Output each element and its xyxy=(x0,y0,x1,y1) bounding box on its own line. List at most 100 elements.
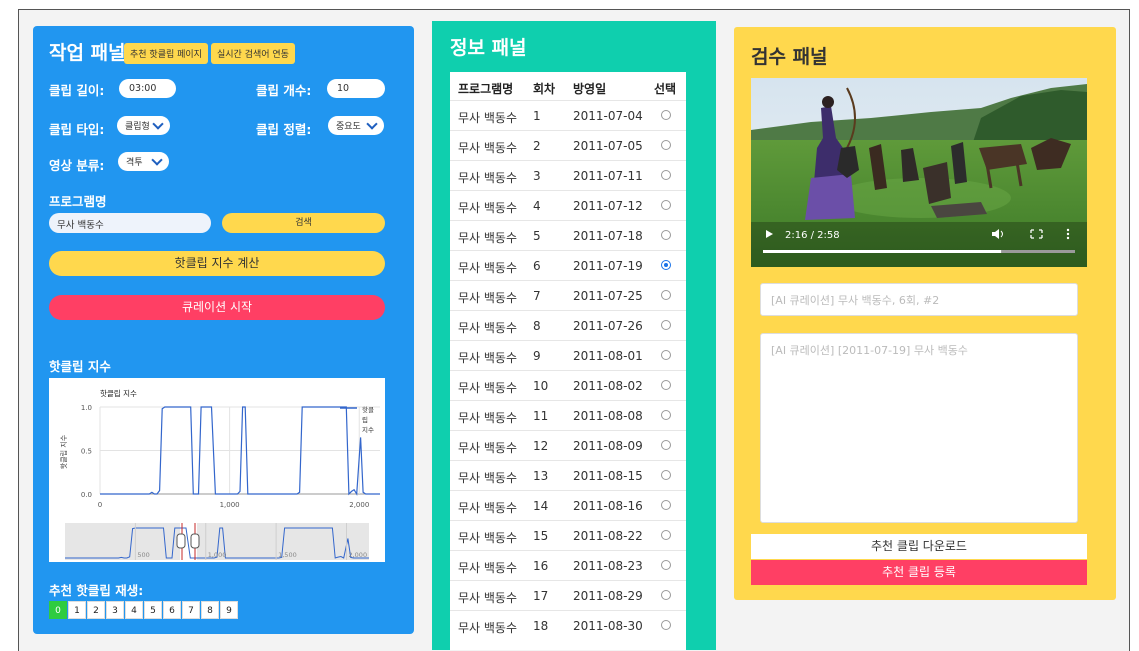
hotclip-calc-button[interactable]: 핫클립 지수 계산 xyxy=(49,251,385,276)
table-row[interactable]: 무사 백동수 9 2011-08-01 xyxy=(450,340,686,371)
program-input[interactable]: 무사 백동수 xyxy=(49,213,211,233)
table-row[interactable]: 무사 백동수 15 2011-08-22 xyxy=(450,520,686,551)
row-airdate: 2011-07-26 xyxy=(573,319,643,333)
clip-description-textarea[interactable]: [AI 큐레이션] [2011-07-19] 무사 백동수 xyxy=(760,333,1078,523)
row-episode: 1 xyxy=(533,109,541,123)
row-select-radio[interactable] xyxy=(661,230,671,240)
row-select-radio[interactable] xyxy=(661,260,671,270)
row-select-radio[interactable] xyxy=(661,440,671,450)
pager-item[interactable]: 0 xyxy=(49,601,67,619)
table-row[interactable]: 무사 백동수 4 2011-07-12 xyxy=(450,190,686,221)
video-player[interactable]: 2:16 / 2:58 xyxy=(751,78,1087,267)
table-row[interactable]: 무사 백동수 2 2011-07-05 xyxy=(450,130,686,161)
chart-y-tick-label: 1.0 xyxy=(81,404,92,412)
register-clip-button[interactable]: 추천 클립 등록 xyxy=(751,560,1087,585)
row-program: 무사 백동수 xyxy=(458,321,518,335)
clip-type-value: 클립형 xyxy=(125,122,150,132)
table-row[interactable]: 무사 백동수 17 2011-08-29 xyxy=(450,580,686,611)
row-select-radio[interactable] xyxy=(661,320,671,330)
table-row[interactable]: 무사 백동수 16 2011-08-23 xyxy=(450,550,686,581)
row-select-radio[interactable] xyxy=(661,290,671,300)
row-select-radio[interactable] xyxy=(661,410,671,420)
row-airdate: 2011-07-11 xyxy=(573,169,643,183)
row-program: 무사 백동수 xyxy=(458,111,518,125)
pager-item[interactable]: 9 xyxy=(220,601,238,619)
col-select: 선택 xyxy=(654,82,677,96)
row-select-radio[interactable] xyxy=(661,380,671,390)
download-clip-button[interactable]: 추천 클립 다운로드 xyxy=(751,534,1087,559)
table-row[interactable]: 무사 백동수 1 2011-07-04 xyxy=(450,100,686,131)
clip-title-input[interactable]: [AI 큐레이션] 무사 백동수, 6회, #2 xyxy=(760,283,1078,316)
table-row[interactable]: 무사 백동수 5 2011-07-18 xyxy=(450,220,686,251)
table-row[interactable]: 무사 백동수 6 2011-07-19 xyxy=(450,250,686,281)
clip-sort-select[interactable]: 중요도 xyxy=(328,116,384,135)
hotclip-pager: 0123456789 xyxy=(49,601,239,619)
table-row[interactable]: 무사 백동수 10 2011-08-02 xyxy=(450,370,686,401)
clip-length-input[interactable]: 03:00 xyxy=(119,79,176,98)
chart-y-tick-label: 0.0 xyxy=(81,491,92,499)
realtime-search-link-tag[interactable]: 실시간 검색어 연동 xyxy=(211,43,295,64)
pager-item[interactable]: 6 xyxy=(163,601,181,619)
video-category-label: 영상 분류: xyxy=(49,158,105,173)
table-row[interactable]: 무사 백동수 3 2011-07-11 xyxy=(450,160,686,191)
row-select-radio[interactable] xyxy=(661,500,671,510)
row-select-radio[interactable] xyxy=(661,590,671,600)
row-episode: 5 xyxy=(533,229,541,243)
table-row[interactable]: 무사 백동수 11 2011-08-08 xyxy=(450,400,686,431)
clip-type-select[interactable]: 클립형 xyxy=(117,116,170,135)
video-progress-fill xyxy=(763,250,1002,253)
program-label: 프로그램명 xyxy=(49,194,107,209)
row-episode: 9 xyxy=(533,349,541,363)
row-select-radio[interactable] xyxy=(661,140,671,150)
navigator-right-handle[interactable] xyxy=(190,533,200,549)
chart-x-tick-label: 1,000 xyxy=(220,501,240,509)
row-program: 무사 백동수 xyxy=(458,231,518,245)
row-select-radio[interactable] xyxy=(661,170,671,180)
curation-start-button[interactable]: 큐레이션 시작 xyxy=(49,295,385,320)
pager-item[interactable]: 8 xyxy=(201,601,219,619)
row-episode: 17 xyxy=(533,589,549,603)
video-category-select[interactable]: 격투 xyxy=(118,152,169,171)
table-row[interactable]: 무사 백동수 18 2011-08-30 xyxy=(450,610,686,641)
chart-legend-label-3: 지수 xyxy=(362,425,374,434)
pager-item[interactable]: 3 xyxy=(106,601,124,619)
clip-count-input[interactable]: 10 xyxy=(327,79,385,98)
video-time: 2:16 / 2:58 xyxy=(785,230,840,241)
row-airdate: 2011-08-09 xyxy=(573,439,643,453)
table-row[interactable]: 무사 백동수 14 2011-08-16 xyxy=(450,490,686,521)
table-row[interactable]: 무사 백동수 13 2011-08-15 xyxy=(450,460,686,491)
table-row[interactable]: 무사 백동수 7 2011-07-25 xyxy=(450,280,686,311)
video-category-value: 격투 xyxy=(126,158,143,168)
row-episode: 13 xyxy=(533,469,549,483)
navigator-left-handle[interactable] xyxy=(176,533,186,549)
pager-item[interactable]: 7 xyxy=(182,601,200,619)
row-episode: 18 xyxy=(533,619,549,633)
pager-item[interactable]: 2 xyxy=(87,601,105,619)
row-select-radio[interactable] xyxy=(661,200,671,210)
chart-ylabel: 핫클립 지수 xyxy=(59,434,68,469)
row-airdate: 2011-08-15 xyxy=(573,469,643,483)
search-button[interactable]: 검색 xyxy=(222,213,385,233)
pager-item[interactable]: 1 xyxy=(68,601,86,619)
row-episode: 4 xyxy=(533,199,541,213)
chart-title: 핫클립 지수 xyxy=(100,389,137,398)
row-program: 무사 백동수 xyxy=(458,591,518,605)
row-select-radio[interactable] xyxy=(661,530,671,540)
row-select-radio[interactable] xyxy=(661,350,671,360)
row-select-radio[interactable] xyxy=(661,620,671,630)
row-select-radio[interactable] xyxy=(661,110,671,120)
table-row[interactable]: 무사 백동수 8 2011-07-26 xyxy=(450,310,686,341)
row-episode: 15 xyxy=(533,529,549,543)
pager-item[interactable]: 4 xyxy=(125,601,143,619)
table-row[interactable]: 무사 백동수 12 2011-08-09 xyxy=(450,430,686,461)
playback-label: 추천 핫클립 재생: xyxy=(49,583,144,598)
row-select-radio[interactable] xyxy=(661,470,671,480)
row-airdate: 2011-07-05 xyxy=(573,139,643,153)
pager-item[interactable]: 5 xyxy=(144,601,162,619)
row-airdate: 2011-08-16 xyxy=(573,499,643,513)
navigator-tick-label: 1,000 xyxy=(208,551,227,559)
col-program: 프로그램명 xyxy=(458,82,514,96)
recommended-hotclip-page-tag[interactable]: 추천 핫클립 페이지 xyxy=(124,43,208,64)
row-select-radio[interactable] xyxy=(661,560,671,570)
more-options-icon[interactable] xyxy=(1066,228,1070,232)
